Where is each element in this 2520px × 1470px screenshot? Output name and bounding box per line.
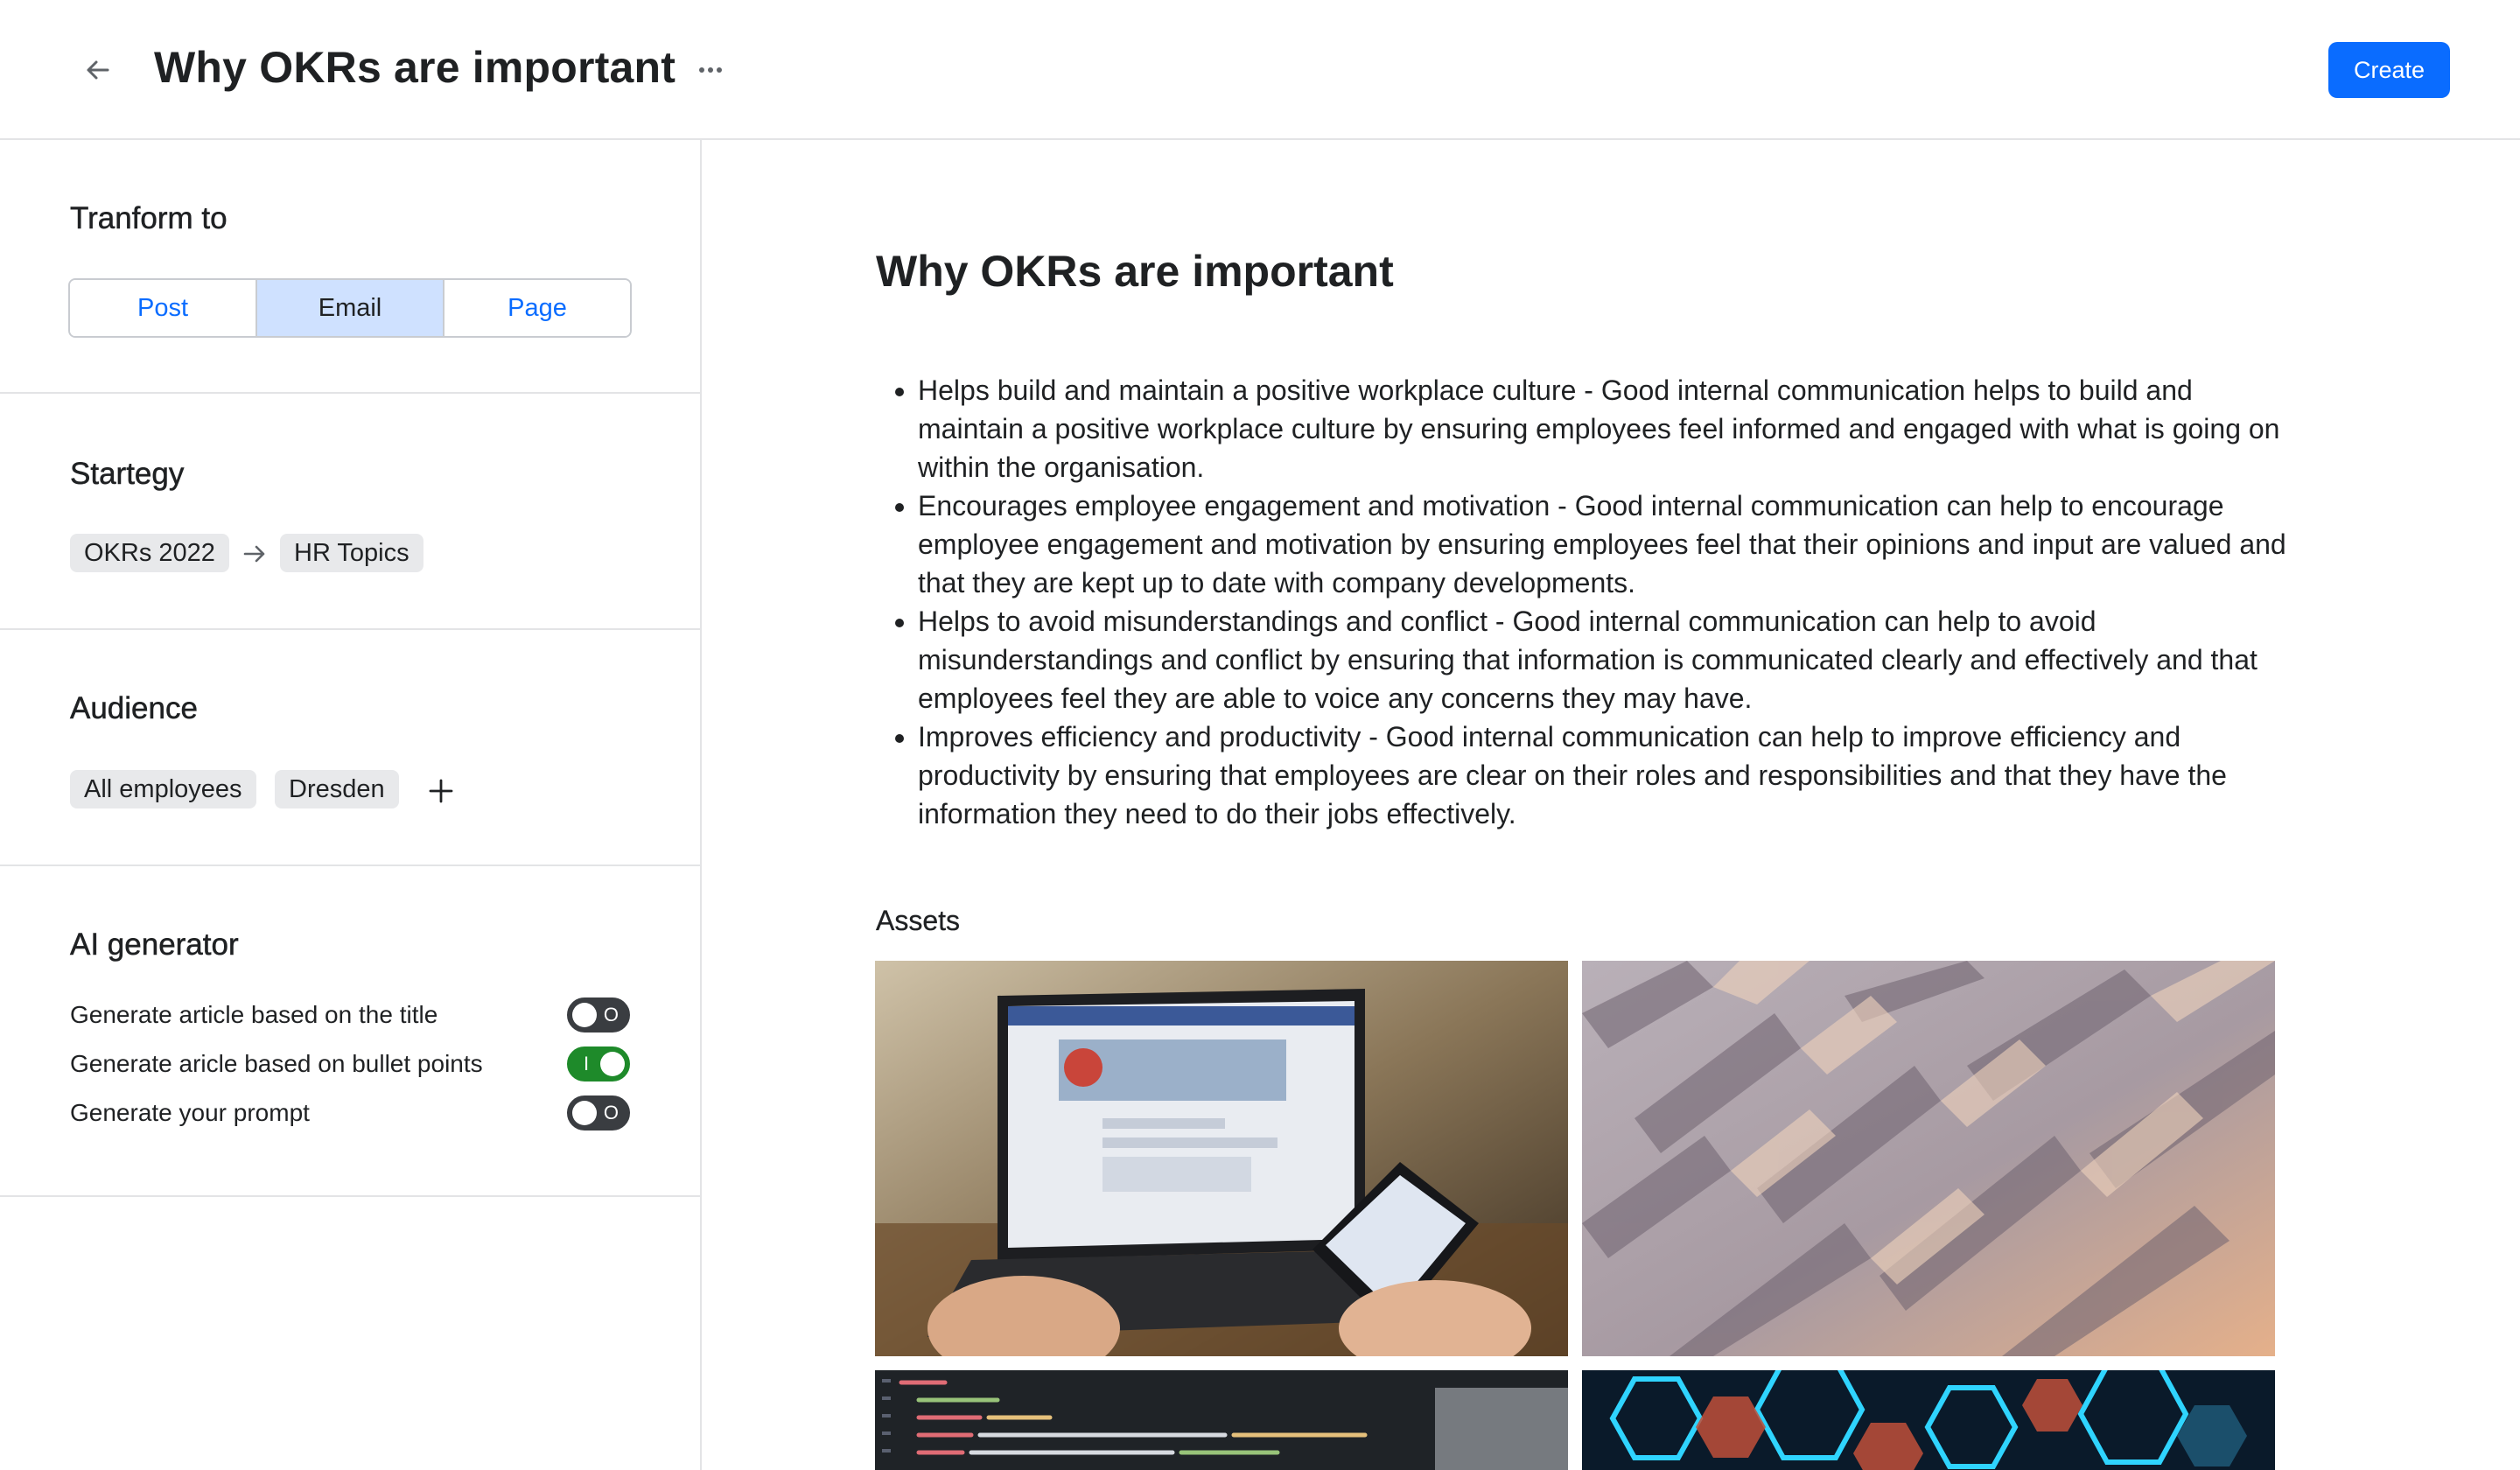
toggle-state-mark: O [603,1102,619,1124]
assets-label: Assets [876,905,961,936]
laptop-image [875,961,1568,1356]
more-horizontal-icon [699,67,722,73]
strategy-from-chip[interactable]: OKRs 2022 [70,534,229,572]
hexagon-image [1582,1370,2275,1470]
code-image [875,1370,1568,1470]
bullet-list: Helps build and maintain a positive work… [876,371,2293,833]
toggle-knob [572,1003,597,1027]
ai-generator-title: AI generator [70,928,239,962]
strategy-to-chip[interactable]: HR Topics [280,534,424,572]
audience-tag-all-employees[interactable]: All employees [70,770,256,808]
asset-abstract-photo[interactable] [1582,1370,2275,1470]
document-preview: Why OKRs are important Helps build and m… [702,140,2520,1470]
audience-section: Audience All employees Dresden [0,630,700,866]
generate-prompt-toggle[interactable]: O [567,1096,630,1130]
toggle-label: Generate article based on the title [70,1001,438,1028]
strategy-title: Startegy [70,457,185,492]
toggle-label: Generate your prompt [70,1099,310,1126]
segment-post[interactable]: Post [70,280,257,336]
plus-icon [429,779,453,803]
more-options-button[interactable] [696,54,724,86]
strategy-section: Startegy OKRs 2022 HR Topics [0,394,700,630]
add-audience-button[interactable] [424,774,458,808]
transform-section: Tranform to Post Email Page [0,140,700,394]
toggle-row-bullets: Generate aricle based on bullet points I [70,1045,630,1083]
list-item: Helps build and maintain a positive work… [918,371,2293,486]
asset-laptop-photo[interactable] [875,961,1568,1356]
generate-from-bullets-toggle[interactable]: I [567,1046,630,1082]
toggle-state-mark: I [584,1053,590,1074]
segment-email[interactable]: Email [257,280,444,336]
page-title: Why OKRs are important [154,43,676,92]
transform-segmented-control: Post Email Page [68,278,632,338]
create-button[interactable]: Create [2328,42,2450,98]
list-item: Helps to avoid misunderstandings and con… [918,602,2293,718]
facade-image [1582,961,2275,1356]
toggle-row-prompt: Generate your prompt O [70,1094,630,1132]
arrow-right-icon [240,539,270,569]
ai-generator-section: AI generator Generate article based on t… [0,866,700,1197]
list-item: Improves efficiency and productivity - G… [918,718,2293,833]
audience-title: Audience [70,691,198,726]
back-button[interactable] [77,49,119,91]
asset-code-photo[interactable] [875,1370,1568,1470]
top-header: Why OKRs are important Create [0,0,2520,140]
document-title: Why OKRs are important [876,247,1394,296]
arrow-left-icon [87,60,109,80]
toggle-knob [600,1052,625,1076]
toggle-state-mark: O [603,1004,619,1026]
audience-tag-dresden[interactable]: Dresden [275,770,399,808]
asset-architecture-photo[interactable] [1582,961,2275,1356]
generate-from-title-toggle[interactable]: O [567,998,630,1032]
segment-page[interactable]: Page [444,280,630,336]
toggle-label: Generate aricle based on bullet points [70,1050,483,1077]
transform-title: Tranform to [70,201,228,236]
settings-sidebar: Tranform to Post Email Page Startegy OKR… [0,140,702,1470]
toggle-knob [572,1101,597,1125]
toggle-row-title: Generate article based on the title O [70,996,630,1034]
list-item: Encourages employee engagement and motiv… [918,486,2293,602]
